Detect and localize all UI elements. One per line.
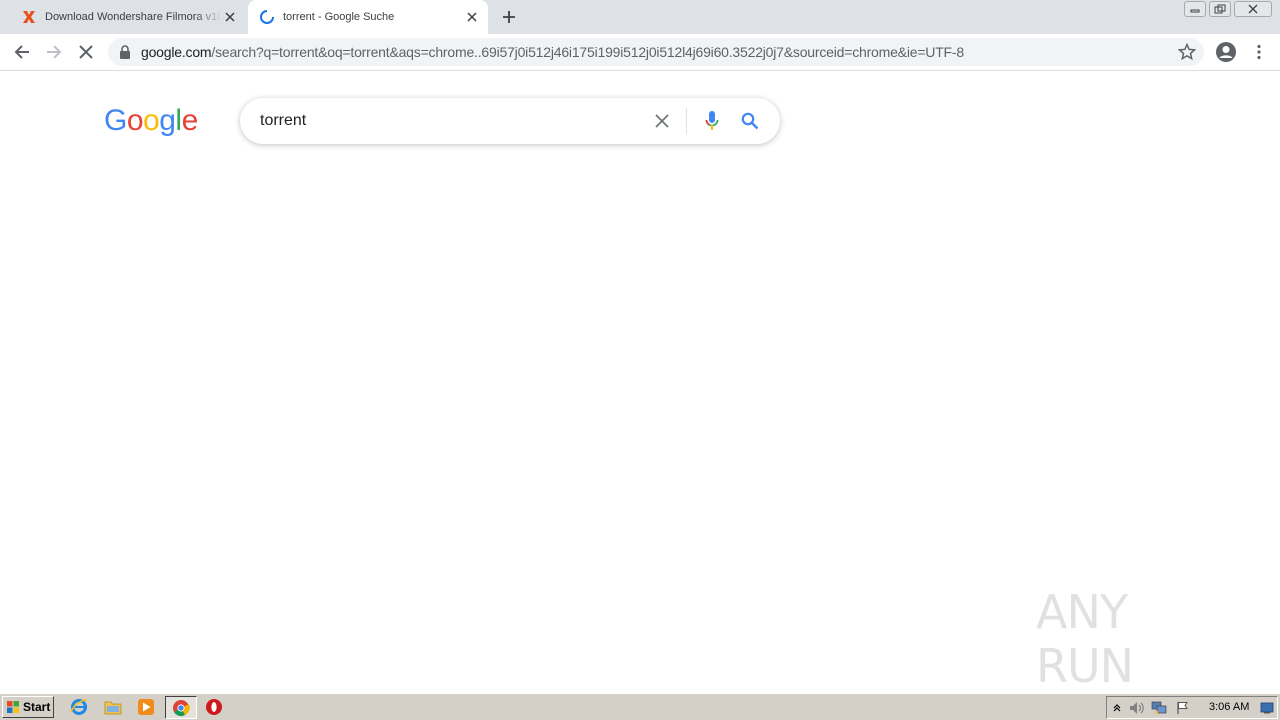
show-hidden-icons-icon[interactable]	[1109, 700, 1125, 716]
x-brand-icon	[21, 9, 37, 25]
divider	[686, 108, 687, 134]
new-tab-button[interactable]	[498, 6, 520, 28]
address-bar[interactable]: google.com/search?q=torrent&oq=torrent&a…	[108, 38, 1204, 66]
url-host: google.com	[141, 44, 212, 60]
logo-letter: g	[159, 104, 176, 137]
windows-flag-icon	[7, 701, 19, 713]
network-icon[interactable]	[1151, 700, 1167, 716]
logo-letter: G	[104, 104, 127, 137]
chrome-taskbar-button[interactable]	[165, 696, 197, 719]
folder-icon[interactable]	[104, 698, 122, 716]
back-button[interactable]	[10, 40, 34, 64]
menu-button[interactable]	[1250, 41, 1268, 63]
clear-search-button[interactable]	[650, 109, 674, 133]
tab-filmora[interactable]: Download Wondershare Filmora v10	[10, 0, 246, 34]
logo-letter: o	[126, 104, 144, 137]
internet-explorer-icon[interactable]	[70, 698, 88, 716]
close-tab-icon[interactable]	[222, 9, 238, 25]
tab-title: torrent - Google Suche	[283, 11, 395, 23]
taskbar-clock: 3:06 AM	[1209, 701, 1250, 713]
volume-icon[interactable]	[1129, 700, 1145, 716]
arrow-right-icon	[47, 45, 62, 59]
plus-icon	[503, 11, 515, 23]
google-logo[interactable]: Google	[104, 104, 198, 138]
microphone-icon	[705, 111, 719, 130]
close-window-button[interactable]	[1234, 1, 1272, 17]
tab-strip: Download Wondershare Filmora v10 torrent…	[0, 0, 1280, 34]
opera-icon[interactable]	[205, 698, 223, 716]
lock-icon	[120, 45, 130, 59]
kebab-menu-icon	[1257, 44, 1261, 60]
restore-icon	[1214, 4, 1226, 14]
minimize-button[interactable]	[1184, 1, 1206, 17]
browser-toolbar: google.com/search?q=torrent&oq=torrent&a…	[0, 34, 1280, 71]
start-label: Start	[23, 700, 51, 714]
taskbar: Start 3:06 AM	[0, 693, 1280, 720]
search-input[interactable]	[260, 98, 640, 144]
tab-title: Download Wondershare Filmora v10	[45, 11, 222, 23]
logo-letter: e	[181, 104, 199, 137]
search-icon	[741, 112, 759, 130]
search-box	[240, 98, 780, 144]
logo-letter: o	[143, 104, 160, 137]
chrome-icon	[173, 699, 190, 716]
anyrun-watermark: ANY RUN	[1036, 585, 1134, 693]
show-desktop-icon[interactable]	[1259, 700, 1275, 716]
restore-button[interactable]	[1209, 1, 1231, 17]
action-center-flag-icon[interactable]	[1175, 700, 1191, 716]
media-player-icon[interactable]	[137, 698, 155, 716]
loading-spinner-icon	[259, 9, 275, 25]
search-button[interactable]	[738, 109, 762, 133]
close-icon	[79, 45, 93, 59]
url-path: /search?q=torrent&oq=torrent&aqs=chrome.…	[211, 44, 964, 60]
start-button[interactable]: Start	[2, 696, 54, 718]
close-icon	[655, 114, 669, 128]
system-tray: 3:06 AM	[1106, 696, 1278, 719]
close-icon	[1248, 4, 1258, 14]
arrow-left-icon	[14, 45, 29, 59]
close-tab-icon[interactable]	[464, 9, 480, 25]
account-icon[interactable]	[1215, 41, 1237, 63]
star-icon[interactable]	[1178, 43, 1196, 61]
voice-search-button[interactable]	[700, 109, 724, 133]
stop-loading-button[interactable]	[74, 40, 98, 64]
forward-button[interactable]	[42, 40, 66, 64]
minimize-icon	[1190, 9, 1200, 13]
tab-google-search[interactable]: torrent - Google Suche	[248, 0, 488, 34]
url-text: google.com/search?q=torrent&oq=torrent&a…	[141, 38, 964, 66]
